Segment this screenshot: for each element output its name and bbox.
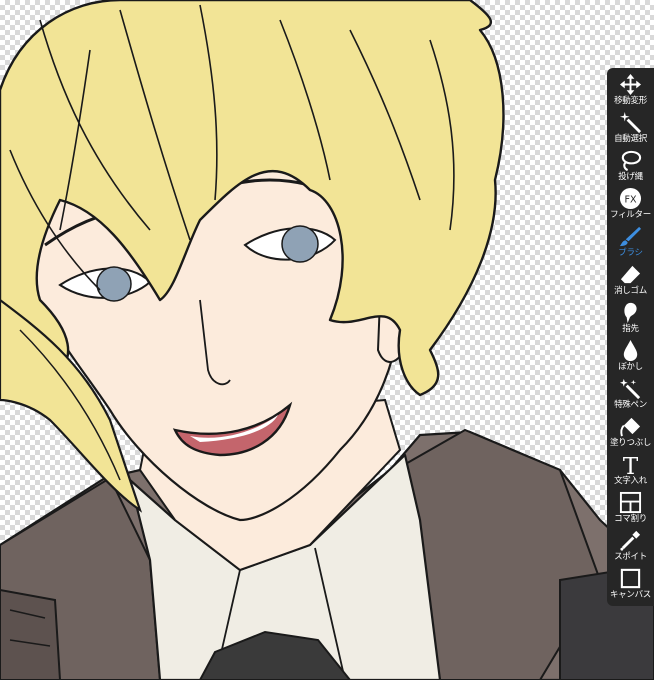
eraser-icon <box>620 265 641 284</box>
tool-label: 自動選択 <box>614 134 647 144</box>
brush-icon <box>619 226 642 247</box>
tool-label: フィルター <box>610 210 651 220</box>
fill-bucket-icon <box>620 417 641 437</box>
fx-icon: FX <box>619 187 642 210</box>
tool-label: スポイト <box>614 552 647 562</box>
tool-canvas[interactable]: キャンバス <box>607 565 654 602</box>
magic-wand-icon <box>619 111 642 134</box>
tool-label: 移動変形 <box>614 96 647 106</box>
frame-divider-icon <box>619 491 642 514</box>
tool-frame-divider[interactable]: コマ割り <box>607 489 654 526</box>
tool-label: 指先 <box>622 324 639 334</box>
svg-text:T: T <box>623 454 639 476</box>
canvas-icon <box>620 568 641 589</box>
lasso-icon <box>621 150 642 172</box>
tool-label: ぼかし <box>618 362 643 372</box>
special-pen-icon <box>619 378 641 400</box>
tool-label: キャンバス <box>609 590 651 600</box>
character-artwork <box>0 0 654 680</box>
tool-blur[interactable]: ぼかし <box>607 337 654 374</box>
tool-auto-select[interactable]: 自動選択 <box>607 109 654 146</box>
tool-label: 文字入れ <box>614 476 647 486</box>
tool-eraser[interactable]: 消しゴム <box>607 261 654 298</box>
svg-text:FX: FX <box>624 194 637 205</box>
tool-fill[interactable]: 塗りつぶし <box>607 413 654 450</box>
tool-filter[interactable]: FX フィルター <box>607 185 654 222</box>
smudge-icon <box>624 302 637 324</box>
tool-palette: 移動変形 自動選択 投げ縄 FX フィルター ブラシ 消しゴム 指先 ぼかし 特… <box>607 68 654 606</box>
tool-label: 塗りつぶし <box>609 438 652 448</box>
blur-drop-icon <box>623 339 638 362</box>
tool-move-transform[interactable]: 移動変形 <box>607 71 654 108</box>
tool-label: コマ割り <box>614 514 647 524</box>
tool-label: 特殊ペン <box>614 400 647 410</box>
left-iris <box>96 266 132 302</box>
tool-smudge[interactable]: 指先 <box>607 299 654 336</box>
tool-label: 消しゴム <box>614 286 647 296</box>
text-icon: T <box>623 454 639 476</box>
eyedropper-icon <box>620 530 641 551</box>
tool-label: ブラシ <box>618 248 643 258</box>
tool-label: 投げ縄 <box>618 172 643 182</box>
right-iris <box>281 225 319 263</box>
tool-special-pen[interactable]: 特殊ペン <box>607 375 654 412</box>
tool-brush[interactable]: ブラシ <box>607 223 654 260</box>
tool-eyedropper[interactable]: スポイト <box>607 527 654 564</box>
move-icon <box>619 73 642 96</box>
tool-lasso[interactable]: 投げ縄 <box>607 147 654 184</box>
tool-text[interactable]: T 文字入れ <box>607 451 654 488</box>
